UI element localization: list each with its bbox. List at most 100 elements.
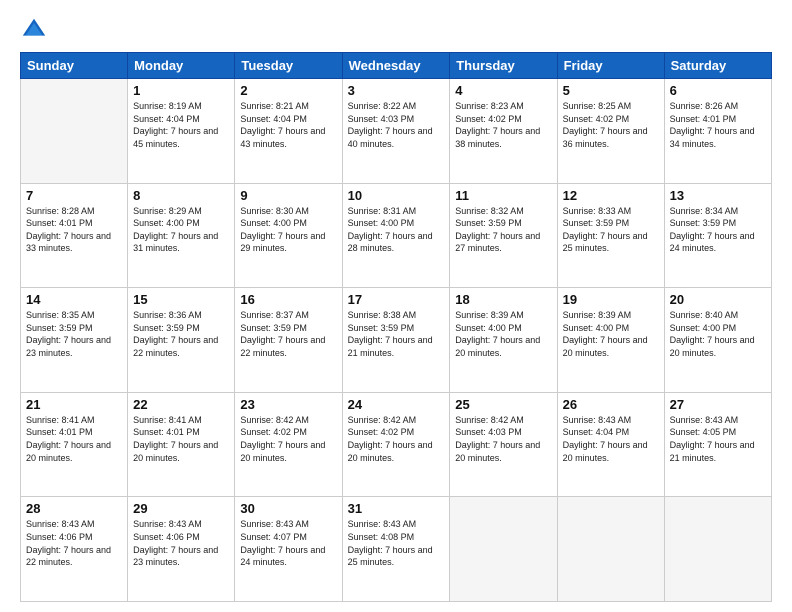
day-number: 13 [670, 188, 766, 203]
col-header-thursday: Thursday [450, 53, 557, 79]
day-number: 14 [26, 292, 122, 307]
calendar-cell: 17 Sunrise: 8:38 AMSunset: 3:59 PMDayligh… [342, 288, 450, 393]
day-info: Sunrise: 8:43 AMSunset: 4:08 PMDaylight:… [348, 518, 445, 568]
day-info: Sunrise: 8:41 AMSunset: 4:01 PMDaylight:… [133, 414, 229, 464]
col-header-sunday: Sunday [21, 53, 128, 79]
day-info: Sunrise: 8:43 AMSunset: 4:06 PMDaylight:… [26, 518, 122, 568]
day-number: 15 [133, 292, 229, 307]
day-info: Sunrise: 8:42 AMSunset: 4:02 PMDaylight:… [240, 414, 336, 464]
calendar-week-1: 1 Sunrise: 8:19 AMSunset: 4:04 PMDaylight… [21, 79, 772, 184]
col-header-monday: Monday [128, 53, 235, 79]
calendar-cell: 16 Sunrise: 8:37 AMSunset: 3:59 PMDayligh… [235, 288, 342, 393]
day-info: Sunrise: 8:42 AMSunset: 4:02 PMDaylight:… [348, 414, 445, 464]
day-info: Sunrise: 8:43 AMSunset: 4:04 PMDaylight:… [563, 414, 659, 464]
day-number: 16 [240, 292, 336, 307]
day-number: 20 [670, 292, 766, 307]
calendar-cell [21, 79, 128, 184]
day-info: Sunrise: 8:32 AMSunset: 3:59 PMDaylight:… [455, 205, 551, 255]
calendar-week-2: 7Sunrise: 8:28 AMSunset: 4:01 PMDaylight… [21, 183, 772, 288]
calendar-cell: 21 Sunrise: 8:41 AMSunset: 4:01 PMDayligh… [21, 392, 128, 497]
day-info: Sunrise: 8:43 AMSunset: 4:06 PMDaylight:… [133, 518, 229, 568]
calendar-cell: 1 Sunrise: 8:19 AMSunset: 4:04 PMDaylight… [128, 79, 235, 184]
day-number: 25 [455, 397, 551, 412]
day-number: 1 [133, 83, 229, 98]
day-info: Sunrise: 8:19 AMSunset: 4:04 PMDaylight:… [133, 100, 229, 150]
day-info: Sunrise: 8:34 AMSunset: 3:59 PMDaylight:… [670, 205, 766, 255]
calendar-cell: 18 Sunrise: 8:39 AMSunset: 4:00 PMDayligh… [450, 288, 557, 393]
day-number: 11 [455, 188, 551, 203]
day-number: 5 [563, 83, 659, 98]
logo-icon [20, 16, 48, 44]
day-info: Sunrise: 8:33 AMSunset: 3:59 PMDaylight:… [563, 205, 659, 255]
day-number: 17 [348, 292, 445, 307]
day-info: Sunrise: 8:31 AMSunset: 4:00 PMDaylight:… [348, 205, 445, 255]
calendar-cell: 12 Sunrise: 8:33 AMSunset: 3:59 PMDayligh… [557, 183, 664, 288]
day-info: Sunrise: 8:30 AMSunset: 4:00 PMDaylight:… [240, 205, 336, 255]
day-info: Sunrise: 8:39 AMSunset: 4:00 PMDaylight:… [455, 309, 551, 359]
day-number: 27 [670, 397, 766, 412]
calendar-cell [557, 497, 664, 602]
day-number: 2 [240, 83, 336, 98]
calendar-cell: 14Sunrise: 8:35 AMSunset: 3:59 PMDayligh… [21, 288, 128, 393]
calendar-cell: 8 Sunrise: 8:29 AMSunset: 4:00 PMDaylight… [128, 183, 235, 288]
day-info: Sunrise: 8:21 AMSunset: 4:04 PMDaylight:… [240, 100, 336, 150]
day-number: 21 [26, 397, 122, 412]
calendar-week-4: 21 Sunrise: 8:41 AMSunset: 4:01 PMDayligh… [21, 392, 772, 497]
calendar-cell: 30Sunrise: 8:43 AMSunset: 4:07 PMDayligh… [235, 497, 342, 602]
day-info: Sunrise: 8:26 AMSunset: 4:01 PMDaylight:… [670, 100, 766, 150]
day-number: 19 [563, 292, 659, 307]
day-number: 4 [455, 83, 551, 98]
calendar-cell: 4Sunrise: 8:23 AMSunset: 4:02 PMDaylight… [450, 79, 557, 184]
calendar-cell: 13 Sunrise: 8:34 AMSunset: 3:59 PMDayligh… [664, 183, 771, 288]
day-info: Sunrise: 8:43 AMSunset: 4:05 PMDaylight:… [670, 414, 766, 464]
day-number: 10 [348, 188, 445, 203]
day-number: 3 [348, 83, 445, 98]
header [20, 16, 772, 44]
calendar-cell [664, 497, 771, 602]
calendar-cell [450, 497, 557, 602]
calendar-cell: 10 Sunrise: 8:31 AMSunset: 4:00 PMDayligh… [342, 183, 450, 288]
calendar-cell: 5 Sunrise: 8:25 AMSunset: 4:02 PMDaylight… [557, 79, 664, 184]
day-number: 31 [348, 501, 445, 516]
calendar-cell: 24Sunrise: 8:42 AMSunset: 4:02 PMDayligh… [342, 392, 450, 497]
day-info: Sunrise: 8:29 AMSunset: 4:00 PMDaylight:… [133, 205, 229, 255]
calendar-cell: 29 Sunrise: 8:43 AMSunset: 4:06 PMDayligh… [128, 497, 235, 602]
day-number: 6 [670, 83, 766, 98]
calendar-week-5: 28 Sunrise: 8:43 AMSunset: 4:06 PMDayligh… [21, 497, 772, 602]
calendar-cell: 7Sunrise: 8:28 AMSunset: 4:01 PMDaylight… [21, 183, 128, 288]
day-info: Sunrise: 8:22 AMSunset: 4:03 PMDaylight:… [348, 100, 445, 150]
calendar-cell: 2 Sunrise: 8:21 AMSunset: 4:04 PMDaylight… [235, 79, 342, 184]
day-info: Sunrise: 8:36 AMSunset: 3:59 PMDaylight:… [133, 309, 229, 359]
col-header-wednesday: Wednesday [342, 53, 450, 79]
calendar-cell: 6 Sunrise: 8:26 AMSunset: 4:01 PMDaylight… [664, 79, 771, 184]
day-number: 28 [26, 501, 122, 516]
calendar-header-row: SundayMondayTuesdayWednesdayThursdayFrid… [21, 53, 772, 79]
calendar-cell: 3 Sunrise: 8:22 AMSunset: 4:03 PMDaylight… [342, 79, 450, 184]
day-info: Sunrise: 8:25 AMSunset: 4:02 PMDaylight:… [563, 100, 659, 150]
calendar-cell: 23Sunrise: 8:42 AMSunset: 4:02 PMDayligh… [235, 392, 342, 497]
calendar-cell: 31 Sunrise: 8:43 AMSunset: 4:08 PMDayligh… [342, 497, 450, 602]
calendar-cell: 28 Sunrise: 8:43 AMSunset: 4:06 PMDayligh… [21, 497, 128, 602]
day-number: 7 [26, 188, 122, 203]
day-number: 8 [133, 188, 229, 203]
calendar-cell: 27 Sunrise: 8:43 AMSunset: 4:05 PMDayligh… [664, 392, 771, 497]
day-number: 30 [240, 501, 336, 516]
day-number: 26 [563, 397, 659, 412]
day-number: 18 [455, 292, 551, 307]
day-info: Sunrise: 8:41 AMSunset: 4:01 PMDaylight:… [26, 414, 122, 464]
calendar-cell: 11 Sunrise: 8:32 AMSunset: 3:59 PMDayligh… [450, 183, 557, 288]
day-info: Sunrise: 8:37 AMSunset: 3:59 PMDaylight:… [240, 309, 336, 359]
day-info: Sunrise: 8:38 AMSunset: 3:59 PMDaylight:… [348, 309, 445, 359]
day-number: 12 [563, 188, 659, 203]
calendar-cell: 20 Sunrise: 8:40 AMSunset: 4:00 PMDayligh… [664, 288, 771, 393]
day-number: 29 [133, 501, 229, 516]
day-info: Sunrise: 8:39 AMSunset: 4:00 PMDaylight:… [563, 309, 659, 359]
calendar-cell: 22 Sunrise: 8:41 AMSunset: 4:01 PMDayligh… [128, 392, 235, 497]
day-info: Sunrise: 8:42 AMSunset: 4:03 PMDaylight:… [455, 414, 551, 464]
logo [20, 16, 52, 44]
calendar-table: SundayMondayTuesdayWednesdayThursdayFrid… [20, 52, 772, 602]
page: SundayMondayTuesdayWednesdayThursdayFrid… [0, 0, 792, 612]
calendar-cell: 19 Sunrise: 8:39 AMSunset: 4:00 PMDayligh… [557, 288, 664, 393]
day-info: Sunrise: 8:40 AMSunset: 4:00 PMDaylight:… [670, 309, 766, 359]
day-number: 22 [133, 397, 229, 412]
